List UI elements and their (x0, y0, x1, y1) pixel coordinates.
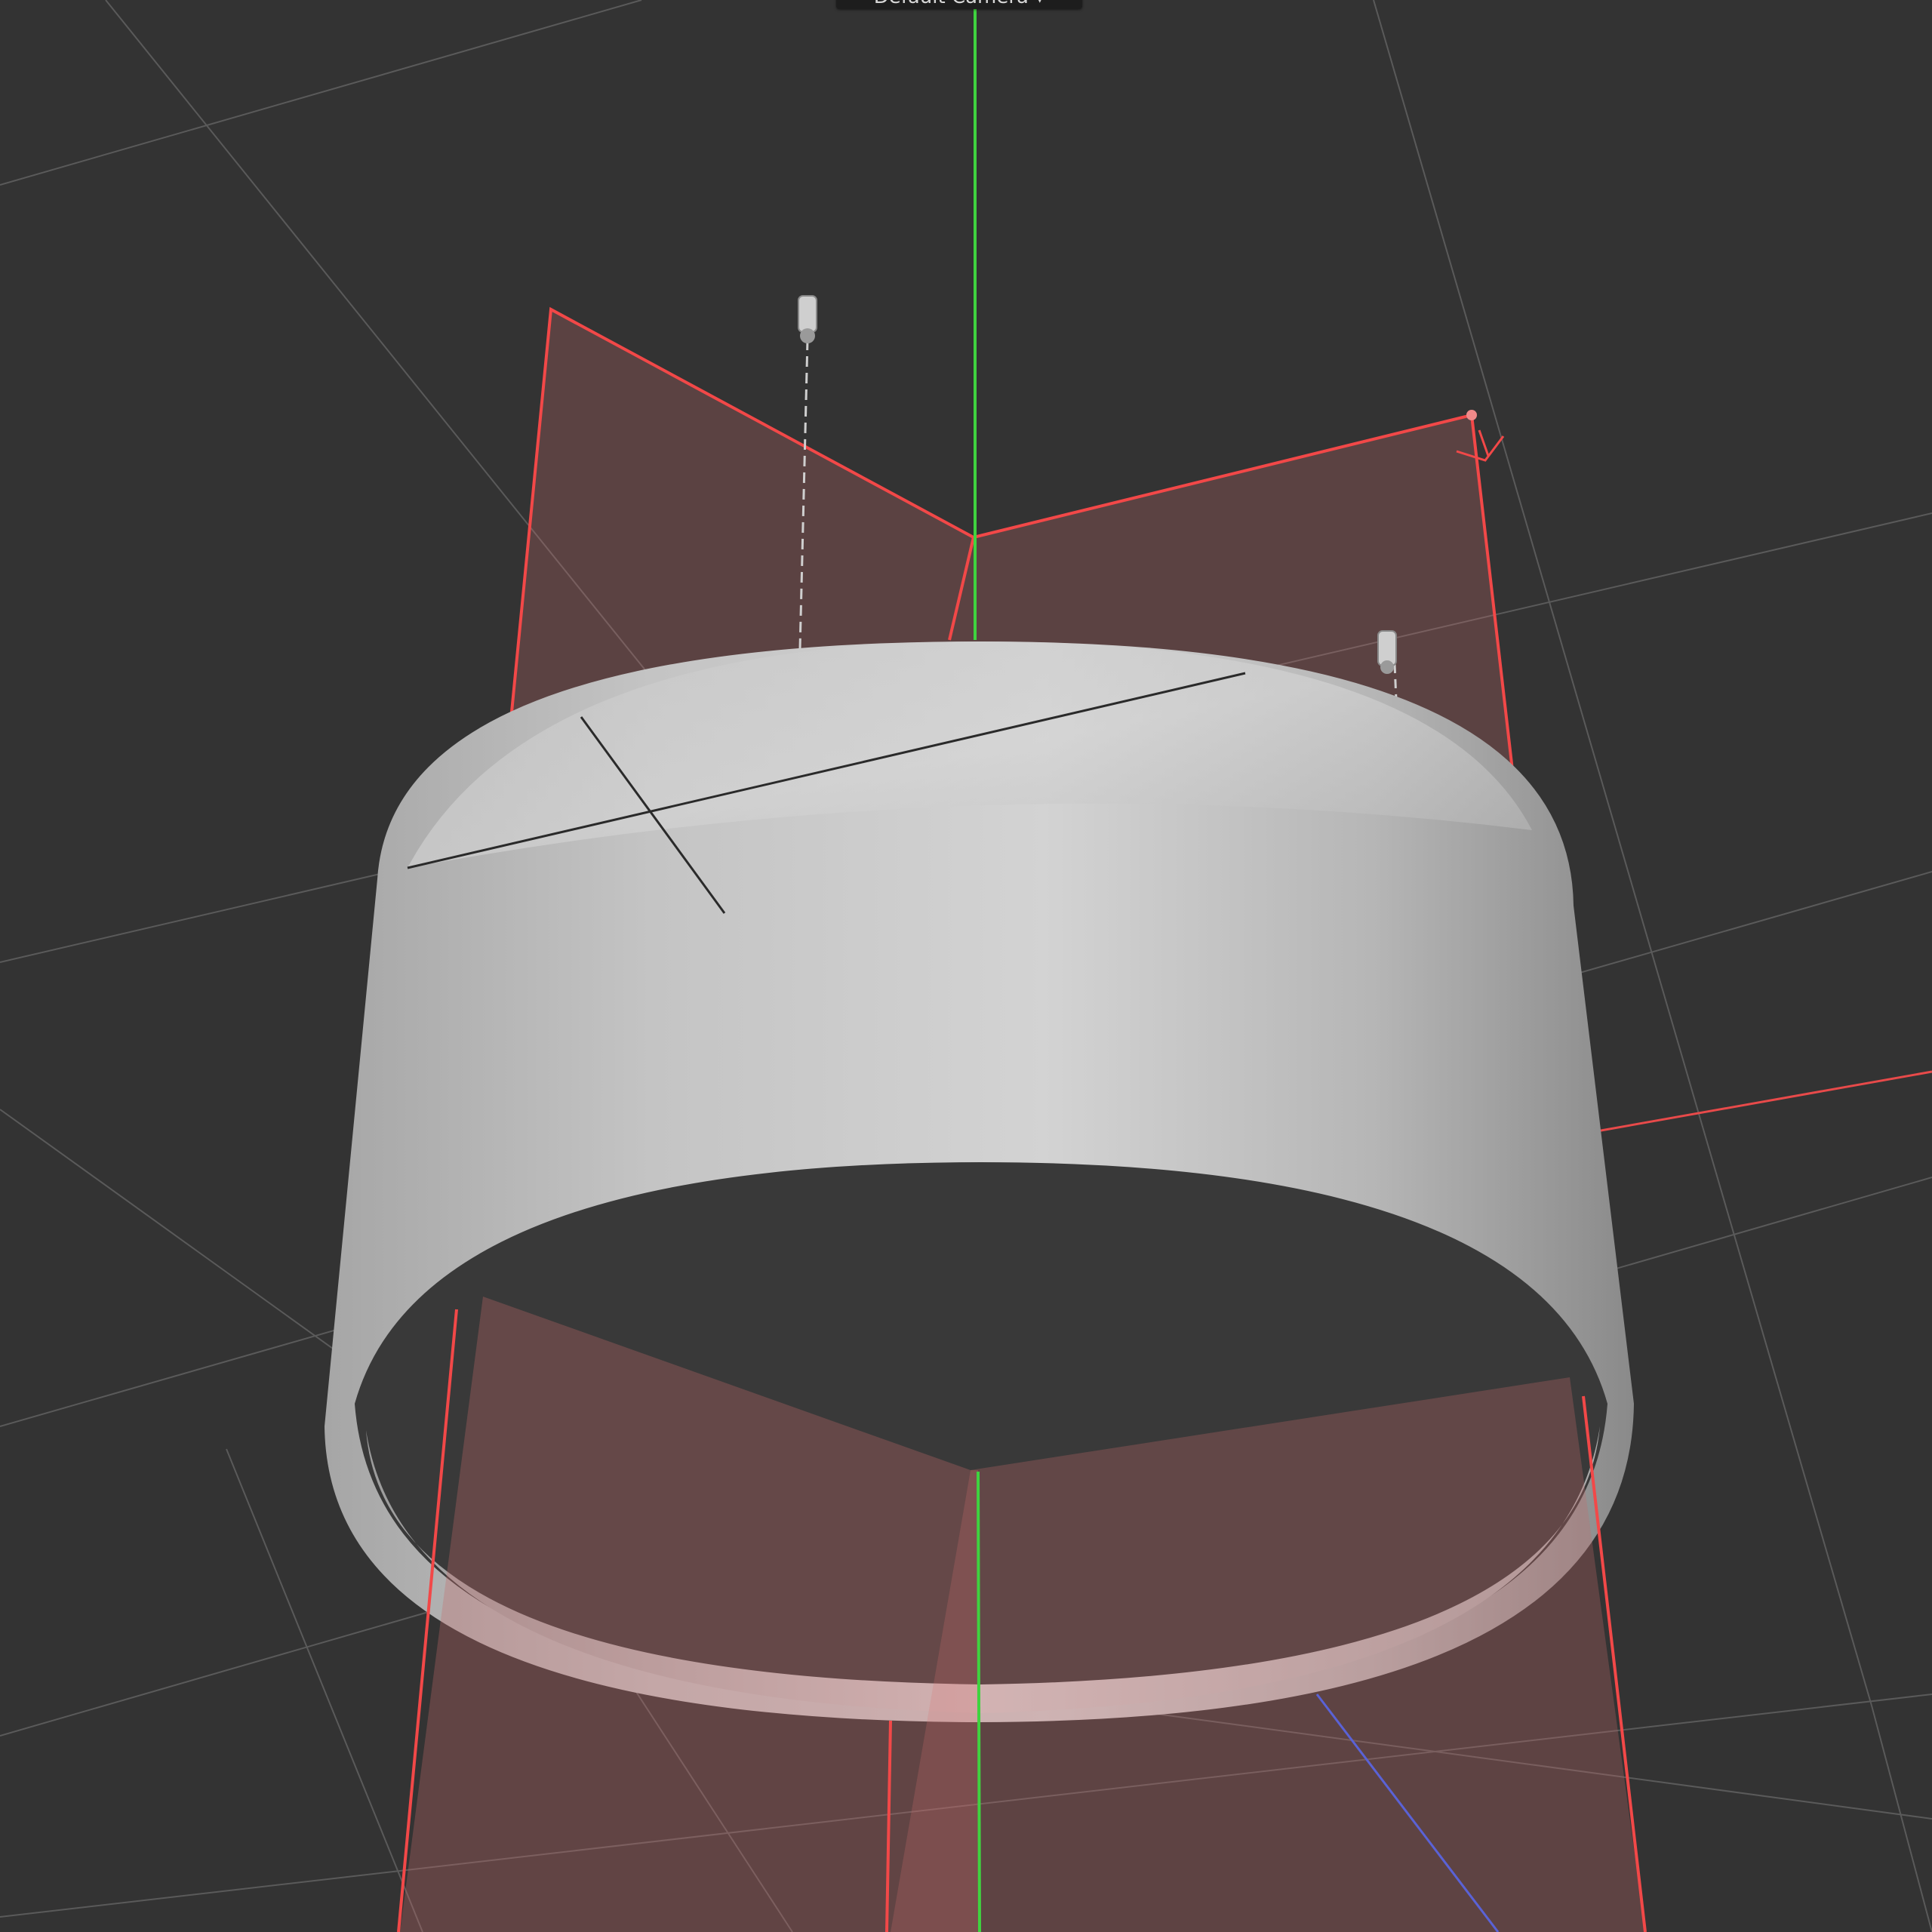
y-axis-lower (977, 1471, 981, 1932)
3d-viewport[interactable]: Default Camera ▾ (0, 0, 1932, 1932)
camera-selector[interactable]: Default Camera ▾ (836, 0, 1082, 9)
x-axis-line (1592, 1070, 1932, 1134)
chevron-down-icon: ▾ (1035, 0, 1044, 8)
viewport-canvas[interactable] (0, 0, 1932, 1932)
camera-name: Default Camera (874, 0, 1029, 8)
